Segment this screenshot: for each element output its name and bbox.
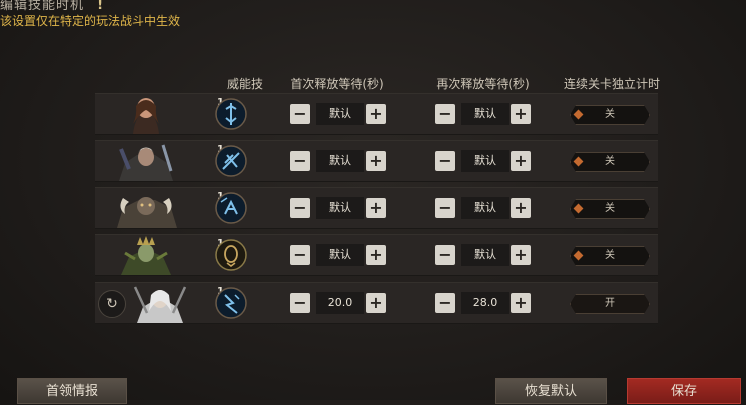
hero-portrait-1 bbox=[115, 94, 177, 134]
column-header-re-wait: 再次释放等待(秒) bbox=[436, 77, 530, 91]
skill-icon[interactable] bbox=[215, 192, 247, 224]
first-wait-minus-button[interactable]: − bbox=[290, 245, 310, 265]
independent-timer-toggle[interactable]: 关 bbox=[570, 199, 650, 219]
toggle-label: 关 bbox=[605, 250, 615, 261]
re-wait-minus-button[interactable]: − bbox=[435, 104, 455, 124]
first-wait-minus-button[interactable]: − bbox=[290, 293, 310, 313]
skill-icon[interactable] bbox=[215, 145, 247, 177]
save-button[interactable]: 保存 bbox=[627, 378, 741, 404]
re-wait-value: 默认 bbox=[461, 103, 509, 125]
hero-portrait-3 bbox=[115, 188, 177, 228]
skill-icon[interactable] bbox=[215, 98, 247, 130]
toggle-diamond-icon bbox=[574, 204, 584, 214]
first-wait-plus-button[interactable]: + bbox=[366, 104, 386, 124]
hero-portrait-5 bbox=[129, 283, 191, 323]
first-wait-plus-button[interactable]: + bbox=[366, 245, 386, 265]
restore-default-button[interactable]: 恢复默认 bbox=[495, 378, 607, 404]
hero-row: ↻ 1 − 20.0 + − 28.0 + 开 bbox=[95, 282, 658, 324]
independent-timer-toggle[interactable]: 关 bbox=[570, 246, 650, 266]
re-wait-value: 默认 bbox=[461, 244, 509, 266]
re-wait-minus-button[interactable]: − bbox=[435, 151, 455, 171]
first-wait-value: 默认 bbox=[316, 244, 364, 266]
re-wait-value: 28.0 bbox=[461, 292, 509, 314]
re-wait-value: 默认 bbox=[461, 197, 509, 219]
re-wait-minus-button[interactable]: − bbox=[435, 198, 455, 218]
independent-timer-toggle[interactable]: 关 bbox=[570, 152, 650, 172]
page-subtitle: 该设置仅在特定的玩法战斗中生效 bbox=[0, 14, 181, 28]
first-wait-value: 20.0 bbox=[316, 292, 364, 314]
toggle-diamond-icon bbox=[574, 157, 584, 167]
hero-row: 1 − 默认 + − 默认 + 关 bbox=[95, 93, 658, 135]
re-wait-plus-button[interactable]: + bbox=[511, 151, 531, 171]
first-wait-value: 默认 bbox=[316, 150, 364, 172]
toggle-label: 开 bbox=[605, 298, 615, 309]
toggle-diamond-icon bbox=[574, 110, 584, 120]
first-wait-minus-button[interactable]: − bbox=[290, 104, 310, 124]
hero-portrait-2 bbox=[115, 141, 177, 181]
re-wait-plus-button[interactable]: + bbox=[511, 293, 531, 313]
toggle-diamond-icon bbox=[574, 251, 584, 261]
toggle-label: 关 bbox=[605, 156, 615, 167]
first-wait-plus-button[interactable]: + bbox=[366, 293, 386, 313]
skill-icon[interactable] bbox=[215, 239, 247, 271]
re-wait-minus-button[interactable]: − bbox=[435, 293, 455, 313]
boss-info-button[interactable]: 首领情报 bbox=[17, 378, 127, 404]
toggle-label: 关 bbox=[605, 109, 615, 120]
first-wait-value: 默认 bbox=[316, 103, 364, 125]
hero-row: 1 − 默认 + − 默认 + 关 bbox=[95, 187, 658, 229]
first-wait-plus-button[interactable]: + bbox=[366, 198, 386, 218]
re-wait-plus-button[interactable]: + bbox=[511, 198, 531, 218]
re-wait-minus-button[interactable]: − bbox=[435, 245, 455, 265]
column-header-independent-timer: 连续关卡独立计时 bbox=[563, 77, 660, 91]
column-header-first-wait: 首次释放等待(秒) bbox=[290, 77, 384, 91]
toggle-label: 关 bbox=[605, 203, 615, 214]
re-wait-plus-button[interactable]: + bbox=[511, 245, 531, 265]
re-wait-value: 默认 bbox=[461, 150, 509, 172]
reset-icon[interactable]: ↻ bbox=[98, 290, 126, 318]
hero-row: 1 − 默认 + − 默认 + 关 bbox=[95, 234, 658, 276]
independent-timer-toggle[interactable]: 关 bbox=[570, 105, 650, 125]
first-wait-plus-button[interactable]: + bbox=[366, 151, 386, 171]
hero-portrait-4 bbox=[115, 235, 177, 275]
first-wait-minus-button[interactable]: − bbox=[290, 151, 310, 171]
skill-icon[interactable] bbox=[215, 287, 247, 319]
independent-timer-toggle[interactable]: 开 bbox=[570, 294, 650, 314]
first-wait-value: 默认 bbox=[316, 197, 364, 219]
hero-row: 1 − 默认 + − 默认 + 关 bbox=[95, 140, 658, 182]
re-wait-plus-button[interactable]: + bbox=[511, 104, 531, 124]
first-wait-minus-button[interactable]: − bbox=[290, 198, 310, 218]
column-header-skill: 威能技 bbox=[226, 77, 263, 91]
